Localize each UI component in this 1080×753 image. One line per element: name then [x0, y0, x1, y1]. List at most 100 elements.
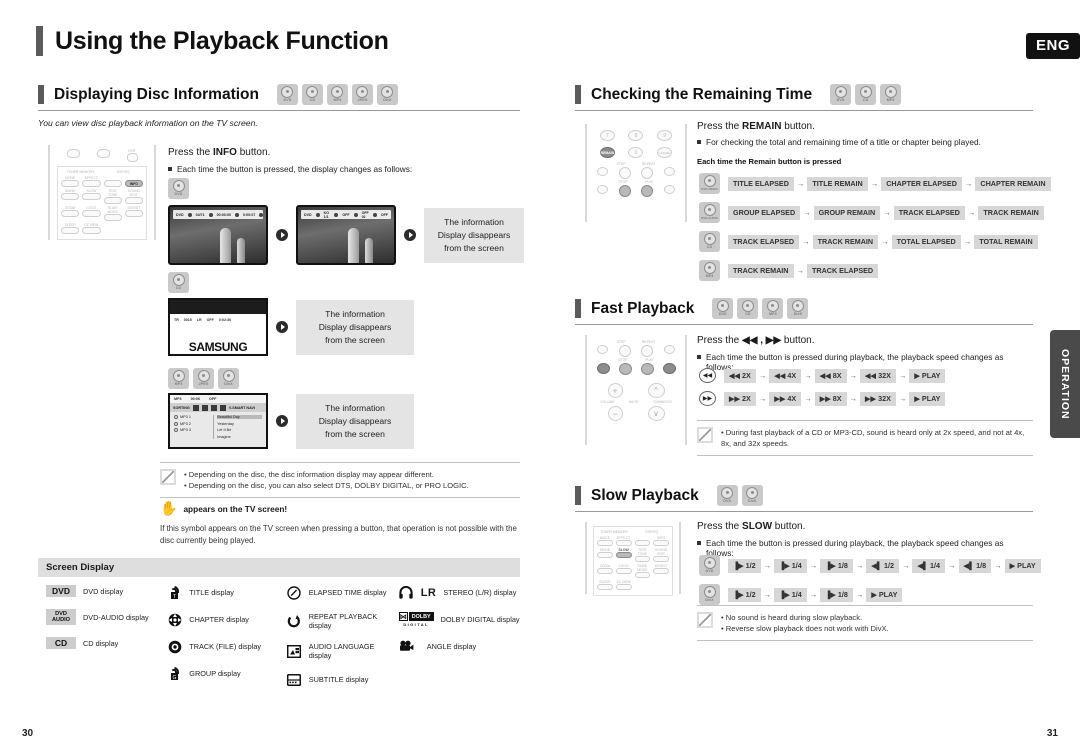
sequence-step: ◀◀ 4X — [769, 368, 802, 383]
media-flow-row: MP3 00:06 OFF SORTING V-SMART NAVI MP3 1… — [168, 393, 414, 449]
disc-chip-dvd: DVD — [716, 485, 738, 506]
remain-sequence-list: DVD-VIDEO TITLE ELAPSED → TITLE REMAIN → C… — [699, 173, 1051, 281]
remote-button-tuning-up[interactable]: ^ — [647, 383, 665, 398]
remote-button-testtone[interactable] — [634, 556, 651, 562]
list-item[interactable]: Let It Be — [217, 428, 262, 432]
remote-label-effect: EFFECT — [617, 536, 631, 540]
remote-button-soundedit[interactable] — [653, 556, 669, 562]
legend-column-2: T TITLE display CHAPTER display TRACK (F… — [167, 585, 286, 687]
remote-label-tunermemory: TUNER MEMORY — [600, 530, 629, 534]
remote-button-sdhd[interactable] — [597, 552, 613, 558]
remote-button-sleep[interactable] — [61, 227, 80, 234]
remote-button-rewind[interactable] — [596, 363, 610, 374]
remote-button-slow[interactable] — [82, 193, 101, 200]
remote-button-step[interactable] — [618, 345, 631, 357]
remote-button-volume-up[interactable]: + — [607, 383, 623, 398]
remote-button-soundedit[interactable] — [124, 197, 143, 204]
remote-button-7[interactable]: 7 — [599, 130, 615, 141]
group-icon: G — [167, 666, 182, 681]
remote-button-prev[interactable] — [597, 345, 609, 354]
sequence-step: ▶ PLAY — [866, 587, 903, 602]
section-side-tab: OPERATION — [1050, 330, 1080, 438]
remote-button-dspeq[interactable] — [103, 180, 122, 187]
dvd-flow-disc-chip: DVD — [168, 178, 189, 199]
remote-button-forward[interactable] — [662, 363, 676, 374]
remote-button-logo[interactable] — [615, 568, 632, 574]
remote-button-remain[interactable]: REMAIN — [599, 147, 615, 158]
sort-icon-2[interactable] — [201, 404, 208, 411]
remote-button-9[interactable]: 9 — [657, 130, 673, 141]
remote-button-stop[interactable] — [618, 185, 631, 197]
remote-button-logo[interactable] — [82, 210, 101, 217]
remote-button-zoom[interactable] — [61, 210, 80, 217]
remote-button-menu[interactable] — [66, 149, 80, 158]
disc-icon — [746, 486, 759, 499]
remote-button-next[interactable] — [663, 345, 675, 354]
remote-button-play[interactable] — [641, 185, 654, 197]
remote-button-dspeq[interactable] — [634, 540, 651, 546]
track-icon — [167, 639, 182, 654]
remote-button-ezview[interactable] — [615, 584, 632, 590]
remote-button-sdhd[interactable] — [61, 193, 80, 200]
remote-button-next[interactable] — [663, 167, 675, 176]
remote-button-nav[interactable] — [96, 149, 110, 158]
remote-button-digest[interactable] — [653, 568, 669, 574]
remote-button-prev[interactable] — [597, 167, 609, 176]
sequence-step: TRACK ELAPSED — [807, 263, 879, 278]
remote-button-8[interactable]: 8 — [628, 130, 644, 141]
remote-button-effect[interactable] — [82, 180, 101, 187]
fast-playback-heading: Fast Playback — [591, 299, 695, 317]
remote-button-testtone[interactable] — [103, 197, 122, 204]
disc-icon — [172, 273, 185, 286]
cd-tag-icon: CD — [46, 637, 76, 649]
remote-button-0[interactable]: 0 — [628, 147, 644, 158]
remote-button-slidemode[interactable] — [634, 572, 651, 578]
disc-chip-divx: DivX — [741, 485, 763, 506]
remote-button-tuning-down[interactable]: ∨ — [647, 406, 665, 421]
legend-column-4: LR STEREO (L/R) display ⋈ DOLBY DIGITAL … — [398, 585, 520, 687]
remote-button-exit[interactable] — [126, 153, 138, 162]
remote-button-forward[interactable] — [663, 185, 675, 194]
remote-label-ezview: EZ VIEW — [616, 580, 631, 584]
list-item[interactable]: Beautiful Day — [217, 415, 262, 419]
remote-button-play[interactable] — [640, 363, 654, 375]
dolby-digital-icon: ⋈ DOLBY DIGITAL — [398, 612, 434, 627]
sort-icon-3[interactable] — [210, 404, 217, 411]
remote-button-effect[interactable] — [615, 540, 632, 546]
remote-button-zoom[interactable] — [597, 568, 613, 574]
remote-button-repeat[interactable] — [641, 345, 654, 357]
remote-button-step[interactable] — [618, 167, 631, 179]
remote-button-repeat[interactable] — [641, 167, 654, 179]
pencil-icon — [160, 469, 176, 485]
remote-button-info[interactable]: INFO — [124, 180, 143, 187]
remote-label-exit: EXIT — [128, 149, 136, 153]
remote-label-stop: STOP — [618, 180, 628, 184]
sequence-step: TOTAL ELAPSED — [891, 234, 961, 249]
list-item[interactable]: MP3 2 — [174, 421, 209, 426]
sequence-step: GROUP REMAIN — [813, 205, 881, 220]
slow-playback-disc-chips: DVD DivX — [716, 485, 763, 506]
page-title-block: Using the Playback Function — [36, 26, 389, 56]
remote-button-stop[interactable] — [618, 363, 632, 375]
remaining-time-disc-chips: DVD CD MP3 — [830, 84, 902, 105]
list-item[interactable]: Yesterday — [217, 422, 262, 426]
sort-icon-1[interactable] — [192, 404, 199, 411]
remote-button-rewind[interactable] — [597, 185, 609, 194]
remote-button-volume-down[interactable]: − — [607, 406, 623, 421]
remote-button-info[interactable] — [653, 540, 669, 546]
remote-button-slow[interactable] — [615, 552, 632, 558]
sort-icon-4[interactable] — [219, 404, 226, 411]
remote-button-sleep[interactable] — [597, 584, 613, 590]
list-item[interactable]: Imagine — [217, 435, 262, 439]
legend-item-stereo: LR STEREO (L/R) display — [399, 585, 520, 600]
legend-column-3: ELAPSED TIME display REPEAT PLAYBACK dis… — [287, 585, 399, 687]
remote-button-cancel[interactable]: CANCEL — [657, 147, 673, 158]
remote-button-mode[interactable] — [597, 540, 613, 546]
remote-button-mode[interactable] — [61, 180, 80, 187]
list-item[interactable]: MP3 3 — [174, 428, 209, 432]
remote-button-ezview[interactable] — [82, 227, 101, 234]
list-item[interactable]: MP3 1 — [174, 415, 209, 419]
tv-screen-dvd-info-1: DVD 04/71 00:00:00 0:00:07 1/1 — [168, 205, 268, 265]
remote-button-digest[interactable] — [124, 210, 143, 217]
remote-button-slidemode[interactable] — [103, 214, 122, 221]
